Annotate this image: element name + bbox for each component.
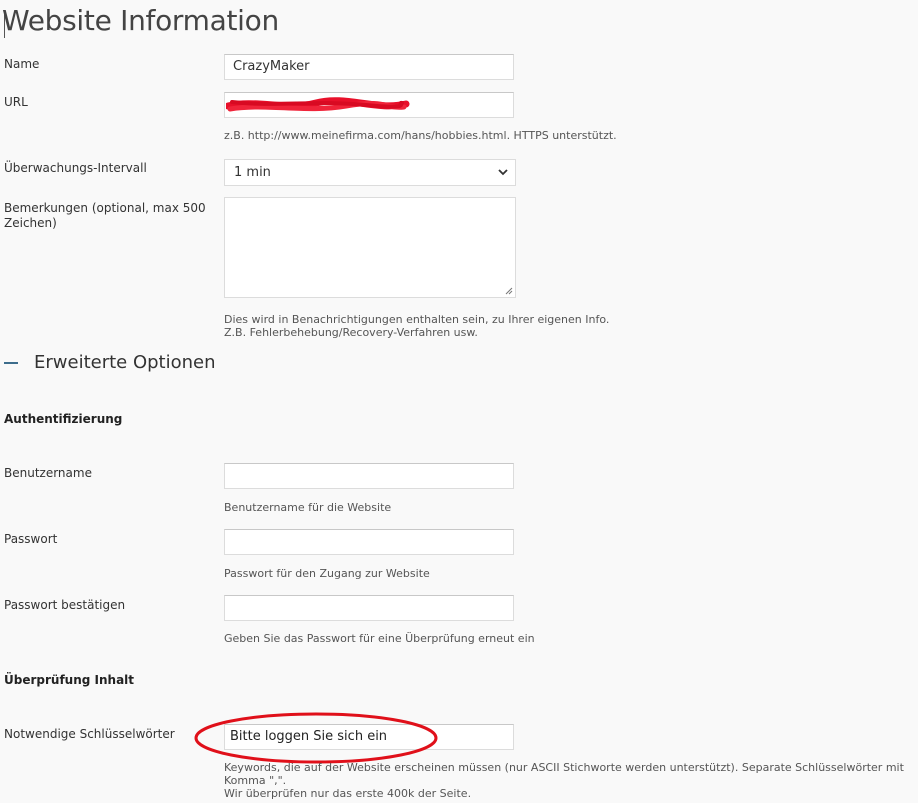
remarks-label-line1: Bemerkungen (optional, max 500 bbox=[4, 201, 206, 215]
remarks-label: Bemerkungen (optional, max 500 Zeichen) bbox=[4, 201, 206, 231]
remarks-hint-line1: Dies wird in Benachrichtigungen enthalte… bbox=[224, 313, 610, 326]
remarks-label-line2: Zeichen) bbox=[4, 216, 57, 230]
name-label: Name bbox=[4, 57, 40, 71]
username-label: Benutzername bbox=[4, 466, 92, 480]
keywords-hint-line1: Keywords, die auf der Website erscheinen… bbox=[224, 761, 904, 774]
keywords-hint: Keywords, die auf der Website erscheinen… bbox=[224, 761, 904, 800]
advanced-options-toggle[interactable]: Erweiterte Optionen bbox=[4, 352, 216, 373]
keywords-hint-line3: Wir überprüfen nur das erste 400k der Se… bbox=[224, 787, 472, 800]
username-input[interactable] bbox=[224, 463, 514, 489]
content-check-heading: Überprüfung Inhalt bbox=[4, 673, 135, 687]
password-label: Passwort bbox=[4, 532, 58, 546]
keywords-hint-line2: Komma ",". bbox=[224, 774, 287, 787]
remarks-hint: Dies wird in Benachrichtigungen enthalte… bbox=[224, 313, 609, 339]
confirm-password-input[interactable] bbox=[224, 595, 514, 621]
username-hint: Benutzername für die Website bbox=[224, 501, 392, 514]
password-input[interactable] bbox=[224, 529, 514, 555]
interval-select[interactable]: 1 min bbox=[224, 159, 516, 186]
interval-selected-value: 1 min bbox=[234, 165, 271, 180]
name-input[interactable]: CrazyMaker bbox=[224, 54, 514, 80]
chevron-down-icon bbox=[498, 169, 508, 176]
auth-heading: Authentifizierung bbox=[4, 412, 123, 426]
advanced-options-label: Erweiterte Optionen bbox=[34, 352, 216, 373]
password-hint: Passwort für den Zugang zur Website bbox=[224, 567, 430, 580]
annotation-oval bbox=[194, 712, 438, 764]
confirm-password-hint: Geben Sie das Passwort für eine Überprüf… bbox=[224, 632, 535, 645]
remarks-hint-line2: Z.B. Fehlerbehebung/Recovery-Verfahren u… bbox=[224, 326, 478, 339]
remarks-textarea[interactable] bbox=[224, 197, 516, 298]
keywords-label: Notwendige Schlüsselwörter bbox=[4, 727, 175, 741]
url-label: URL bbox=[4, 95, 28, 109]
redaction-scribble bbox=[226, 97, 410, 112]
url-hint: z.B. http://www.meinefirma.com/hans/hobb… bbox=[224, 129, 617, 142]
resize-grip-icon[interactable] bbox=[505, 287, 513, 295]
confirm-password-label: Passwort bestätigen bbox=[4, 598, 126, 612]
page-title: Website Information bbox=[2, 4, 279, 37]
interval-label: Überwachungs-Intervall bbox=[4, 161, 147, 175]
minus-icon bbox=[4, 362, 18, 364]
